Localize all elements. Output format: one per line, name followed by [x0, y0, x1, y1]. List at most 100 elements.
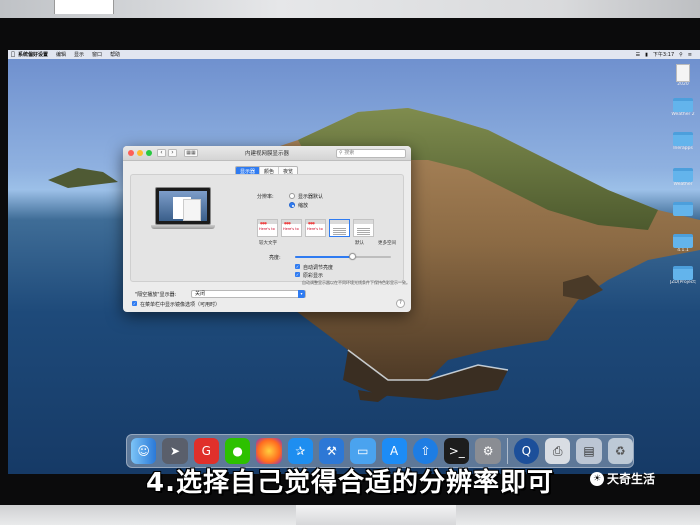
resolution-label: 分辨率:: [257, 194, 274, 200]
search-icon[interactable]: ⚲: [679, 52, 683, 58]
true-tone-label: 原彩显示: [303, 273, 324, 279]
desktop-item-label: Weather: [673, 182, 693, 187]
desktop-item-label: 2020: [677, 82, 689, 87]
resolution-option[interactable]: ●●● Here's to: [305, 219, 326, 237]
help-button[interactable]: ?: [396, 299, 405, 308]
folder-icon: [673, 132, 693, 146]
printer-icon[interactable]: ⎙: [545, 438, 571, 464]
mirror-option-label: 在菜单栏中显示镜像选项（可用时）: [140, 302, 221, 308]
chevron-down-icon: ▾: [298, 290, 305, 298]
app-store-icon[interactable]: A: [381, 438, 407, 464]
quicktime-icon[interactable]: Q: [513, 438, 540, 464]
search-placeholder: 搜索: [344, 150, 355, 156]
folder-icon: [673, 266, 693, 280]
thumb-text: Here's to: [283, 227, 299, 231]
launchpad-icon[interactable]: ➤: [162, 438, 188, 464]
dock-separator: [506, 438, 508, 464]
search-field[interactable]: ⚲ 搜索: [336, 149, 406, 158]
monitor-stand: [0, 505, 700, 525]
desktop-item[interactable]: Weather: [670, 168, 696, 187]
window-titlebar: ‹ › ▦▦ 内建视网膜显示器 ⚲ 搜索: [123, 146, 411, 161]
mirror-option-checkbox[interactable]: ✓: [132, 301, 137, 306]
laptop-base: [151, 225, 215, 229]
brightness-knob[interactable]: [349, 253, 357, 260]
photo-top-strip: [0, 0, 700, 18]
thumb-text: Here's to: [259, 227, 275, 231]
laptop-screen: [159, 191, 207, 221]
menu-help[interactable]: 帮助: [110, 51, 120, 58]
firefox-icon[interactable]: [256, 438, 282, 464]
airplay-label: "隔空播放"显示器:: [135, 292, 177, 298]
true-tone-checkbox[interactable]: ✓: [295, 272, 300, 277]
folder-icon: [673, 98, 693, 112]
menu-clock[interactable]: 下午3:17: [653, 51, 674, 58]
radio-default-label: 显示器默认: [298, 194, 324, 200]
menu-view[interactable]: 显示: [74, 51, 84, 58]
desktop-item[interactable]: Inerapps: [670, 132, 696, 151]
folder-icon: [673, 202, 693, 216]
preview-icon[interactable]: ▤: [576, 438, 602, 464]
brightness-slider[interactable]: [295, 253, 391, 260]
menu-window[interactable]: 窗口: [92, 51, 102, 58]
desktop-item[interactable]: 2020: [670, 64, 696, 87]
menu-bar:  系统偏好设置 编辑 显示 窗口 帮助 ☰ ▮ 下午3:17 ⚲ ≡: [8, 50, 700, 59]
folder-icon: [673, 168, 693, 182]
app-g-icon[interactable]: G: [193, 438, 219, 464]
battery-icon[interactable]: ▮: [645, 52, 648, 58]
scaled-resolution-options: ●●● Here's to ●●● Here's to ●●● Here's to: [257, 219, 374, 237]
watermark: ☀ 天奇生活: [590, 470, 655, 487]
radio-scaled[interactable]: [289, 202, 295, 208]
brightness-label: 亮度:: [269, 255, 281, 261]
resolution-option-selected[interactable]: [329, 219, 350, 237]
desktop-item[interactable]: Weather 2: [670, 98, 696, 117]
watermark-text: 天奇生活: [607, 472, 656, 486]
system-preferences-icon[interactable]: ⚙: [475, 438, 501, 464]
airplay-value: 关闭: [195, 291, 206, 297]
display-settings-panel: 分辨率: 显示器默认 缩放 ●●● Here's to ●●● Here's to …: [130, 174, 410, 285]
laptop-preview-image: [155, 187, 211, 225]
thumb-text: Here's to: [307, 227, 323, 231]
auto-brightness-checkbox[interactable]: ✓: [295, 264, 300, 269]
radio-default[interactable]: [289, 193, 295, 199]
wechat-icon[interactable]: ●: [224, 438, 251, 464]
radio-scaled-label: 缩放: [298, 203, 309, 209]
safari-icon[interactable]: ✰: [287, 438, 313, 464]
trash-icon[interactable]: ♻: [607, 438, 633, 464]
option-caption-more-space: 更多空间: [378, 241, 396, 246]
desktop-item-label: Weather 2: [671, 112, 695, 117]
control-center-icon[interactable]: ≡: [688, 52, 692, 58]
airplay-select[interactable]: 关闭 ▾: [191, 290, 306, 298]
document-icon: [676, 64, 690, 82]
resolution-option[interactable]: ●●● Here's to: [257, 219, 278, 237]
preview-doc: [183, 199, 201, 221]
desktop-item[interactable]: 4.1.1: [670, 234, 696, 253]
desktop-screen:  系统偏好设置 编辑 显示 窗口 帮助 ☰ ▮ 下午3:17 ⚲ ≡ 2020…: [8, 50, 700, 474]
xcode-icon[interactable]: ⚒: [318, 438, 345, 464]
displays-preferences-window: ‹ › ▦▦ 内建视网膜显示器 ⚲ 搜索 显示器 颜色 夜览 分辨率: 显示器默…: [123, 146, 411, 312]
desktop-item-label: JZD(Project): [670, 280, 696, 285]
terminal-icon[interactable]: >_: [444, 438, 470, 464]
desktop-item[interactable]: JZD(Project): [670, 266, 696, 285]
menu-app-name[interactable]: 系统偏好设置: [18, 51, 48, 58]
option-caption-default: 默认: [355, 241, 364, 246]
menu-edit[interactable]: 编辑: [56, 51, 66, 58]
wifi-icon[interactable]: ☰: [636, 52, 640, 58]
menubar-status-area: ☰ ▮ 下午3:17 ⚲ ≡: [636, 51, 700, 59]
desktop-item[interactable]: [670, 202, 696, 216]
true-tone-description: 自动调整显示器以在不同环境光线条件下保持色彩显示一致。: [302, 280, 410, 285]
finder-icon[interactable]: ☺: [131, 438, 157, 464]
upload-icon[interactable]: ⇧: [412, 438, 439, 464]
brightness-fill: [295, 256, 353, 258]
watermark-logo-icon: ☀: [590, 471, 604, 486]
resolution-option[interactable]: [353, 219, 374, 237]
resolution-option[interactable]: ●●● Here's to: [281, 219, 302, 237]
tag-decoration: [54, 0, 114, 14]
stand-neck: [296, 505, 456, 525]
desktop-item-label: Inerapps: [673, 146, 693, 151]
apple-menu-icon[interactable]: : [8, 51, 18, 58]
auto-brightness-label: 自动调节亮度: [303, 265, 334, 271]
option-caption-larger-text: 较大文字: [259, 241, 277, 246]
folder-icon[interactable]: ▭: [350, 438, 376, 464]
folder-icon: [673, 234, 693, 248]
desktop-item-label: 4.1.1: [677, 248, 689, 253]
